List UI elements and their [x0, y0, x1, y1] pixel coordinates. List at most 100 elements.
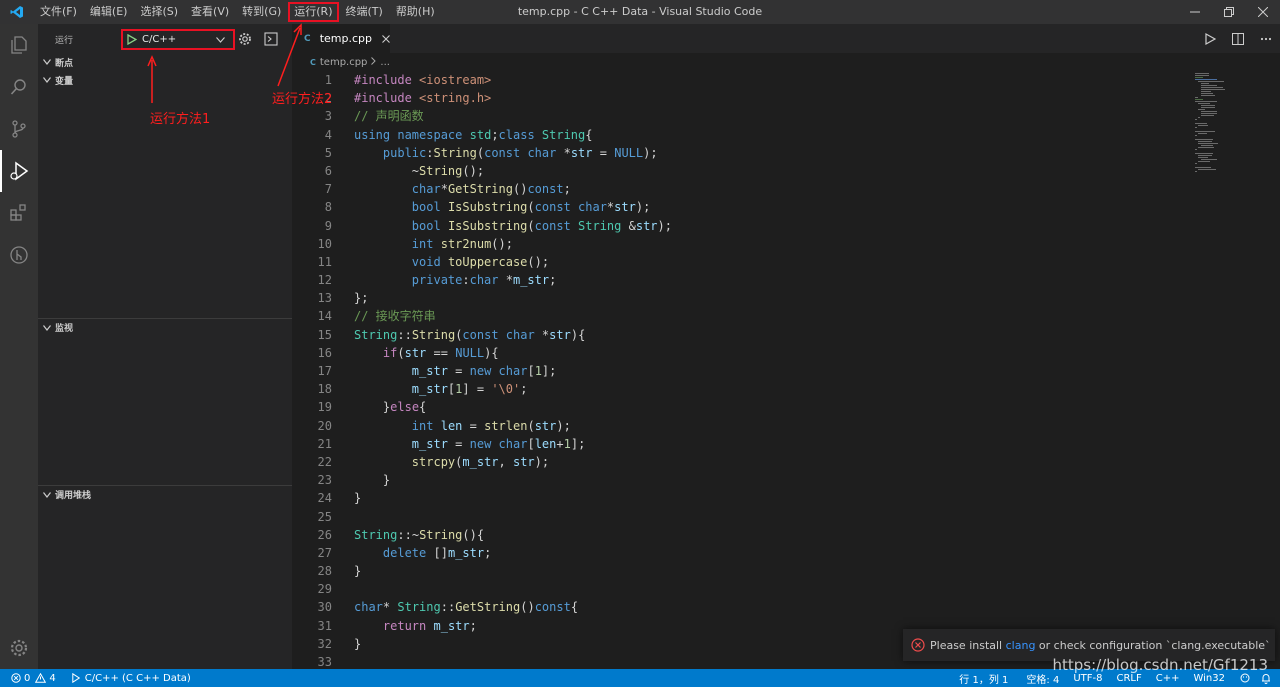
run-debug-icon[interactable] — [0, 150, 38, 192]
breadcrumb-rest[interactable]: ... — [380, 57, 390, 68]
code-line[interactable]: 16 if(str == NULL){ — [292, 344, 1192, 362]
line-number: 1 — [324, 73, 332, 87]
git-graph-icon[interactable] — [0, 234, 38, 276]
code-line[interactable]: 10 int str2num(); — [292, 235, 1192, 253]
code-line[interactable]: 14 // 接收字符串 — [292, 307, 1192, 325]
menu-selection[interactable]: 选择(S) — [134, 2, 184, 22]
code-line[interactable]: 1 #include <iostream> — [292, 71, 1192, 89]
debug-config-select[interactable]: C/C++ — [121, 29, 235, 50]
section-call-stack[interactable]: 调用堆栈 — [38, 485, 292, 503]
code-line[interactable]: 24} — [292, 489, 1192, 507]
code-line[interactable]: 26 String::~String(){ — [292, 526, 1192, 544]
code-line[interactable]: 12 private:char *m_str; — [292, 271, 1192, 289]
menu-help[interactable]: 帮助(H) — [390, 2, 441, 22]
line-number: 26 — [317, 527, 332, 542]
restore-button[interactable] — [1212, 0, 1246, 24]
code-line[interactable]: 11 void toUppercase(); — [292, 253, 1192, 271]
menu-go[interactable]: 转到(G) — [236, 2, 287, 22]
line-text: void toUppercase(); — [411, 254, 550, 269]
line-text: // 接收字符串 — [354, 309, 436, 324]
section-watch[interactable]: 监视 — [38, 318, 292, 336]
code-line[interactable]: 27 delete []m_str; — [292, 544, 1192, 562]
breadcrumb-file[interactable]: temp.cpp — [320, 57, 368, 68]
split-editor-icon[interactable] — [1224, 32, 1252, 45]
code-line[interactable]: 29 — [292, 580, 1192, 598]
line-text: m_str = new char[1]; — [411, 364, 557, 378]
code-line[interactable]: 19 }else{ — [292, 398, 1192, 416]
line-number: 6 — [324, 163, 332, 178]
tab-temp-cpp[interactable]: C temp.cpp — [292, 24, 390, 53]
line-number: 13 — [317, 291, 332, 306]
debug-config-status[interactable]: C/C++ (C C++ Data) — [67, 669, 196, 687]
search-icon[interactable] — [0, 66, 38, 108]
code-line[interactable]: 20 int len = strlen(str); — [292, 417, 1192, 435]
code-line[interactable]: 15 String::String(const char *str){ — [292, 326, 1192, 344]
line-number: 10 — [317, 236, 332, 251]
code-line[interactable]: 25 — [292, 508, 1192, 526]
run-code-icon[interactable] — [1196, 32, 1224, 45]
close-window-button[interactable] — [1246, 0, 1280, 24]
code-line[interactable]: 23 } — [292, 471, 1192, 489]
debug-console-icon[interactable] — [263, 31, 279, 47]
cursor-position[interactable]: 行 1，列 1 — [954, 669, 1013, 687]
start-debug-icon[interactable] — [127, 34, 139, 45]
notification-link[interactable]: clang — [1006, 639, 1036, 652]
section-breakpoints-label: 断点 — [55, 58, 74, 69]
line-number: 25 — [317, 509, 332, 524]
menu-run[interactable]: 运行(R) — [288, 2, 339, 22]
menu-bar: 文件(F) 编辑(E) 选择(S) 查看(V) 转到(G) 运行(R) 终端(T… — [34, 0, 442, 24]
chevron-down-icon — [39, 324, 55, 331]
code-line[interactable]: 8 bool IsSubstring(const char*str); — [292, 198, 1192, 216]
warning-count: 4 — [49, 672, 56, 684]
line-text: } — [382, 473, 391, 488]
code-line[interactable]: 2 #include <string.h> — [292, 89, 1192, 107]
error-icon — [911, 638, 925, 652]
code-line[interactable]: 4 using namespace std;class String{ — [292, 126, 1192, 144]
line-number: 32 — [317, 636, 332, 651]
code-line[interactable]: 9 bool IsSubstring(const String &str); — [292, 217, 1192, 235]
menu-terminal[interactable]: 终端(T) — [340, 2, 389, 22]
line-number: 5 — [324, 145, 332, 160]
source-control-icon[interactable] — [0, 108, 38, 150]
line-text: }else{ — [382, 400, 427, 415]
files-icon[interactable] — [0, 24, 38, 66]
code-line[interactable]: 22 strcpy(m_str, str); — [292, 453, 1192, 471]
line-text: int str2num(); — [411, 236, 513, 251]
code-line[interactable]: 21 m_str = new char[len+1]; — [292, 435, 1192, 453]
code-line[interactable]: 6 ~String(); — [292, 162, 1192, 180]
code-line[interactable]: 30 char* String::GetString()const{ — [292, 598, 1192, 616]
sidebar-title: 运行 — [55, 35, 74, 46]
minimize-button[interactable] — [1178, 0, 1212, 24]
section-breakpoints[interactable]: 断点 — [38, 53, 292, 71]
code-line[interactable]: 28} — [292, 562, 1192, 580]
error-count: 0 — [24, 672, 31, 684]
close-tab-icon[interactable] — [382, 34, 390, 43]
line-number: 31 — [317, 618, 332, 633]
line-text: #include <iostream> — [354, 73, 492, 87]
code-line[interactable]: 5 public:String(const char *str = NULL); — [292, 144, 1192, 162]
editor-area: C temp.cpp C temp.cpp ... 1 #include <ios… — [292, 24, 1280, 669]
open-launch-json-gear-icon[interactable] — [237, 31, 253, 47]
debug-config-status-label: C/C++ (C C++ Data) — [84, 672, 191, 684]
problems-indicator[interactable]: 0 4 — [6, 669, 61, 687]
line-text: char* String::GetString()const{ — [354, 600, 579, 615]
annotation-method2: 运行方法2 — [272, 92, 333, 107]
code-line[interactable]: 17 m_str = new char[1]; — [292, 362, 1192, 380]
minimap[interactable] — [1192, 71, 1242, 181]
code-line[interactable]: 18 m_str[1] = '\0'; — [292, 380, 1192, 398]
menu-edit[interactable]: 编辑(E) — [84, 2, 134, 22]
extensions-icon[interactable] — [0, 192, 38, 234]
code-editor[interactable]: 1 #include <iostream> 2 #include <string.h>… — [292, 71, 1192, 671]
section-variables[interactable]: 变量 — [38, 71, 292, 89]
menu-file[interactable]: 文件(F) — [34, 2, 83, 22]
code-line[interactable]: 7 char*GetString()const; — [292, 180, 1192, 198]
more-actions-icon[interactable] — [1252, 37, 1280, 41]
line-text: m_str[1] = '\0'; — [411, 382, 528, 397]
code-line[interactable]: 3 // 声明函数 — [292, 107, 1192, 125]
settings-gear-icon[interactable] — [0, 627, 38, 669]
line-text: bool IsSubstring(const char*str); — [411, 200, 651, 215]
line-number: 8 — [324, 200, 332, 215]
menu-view[interactable]: 查看(V) — [185, 2, 235, 22]
line-text: } — [354, 636, 362, 651]
code-line[interactable]: 13}; — [292, 289, 1192, 307]
